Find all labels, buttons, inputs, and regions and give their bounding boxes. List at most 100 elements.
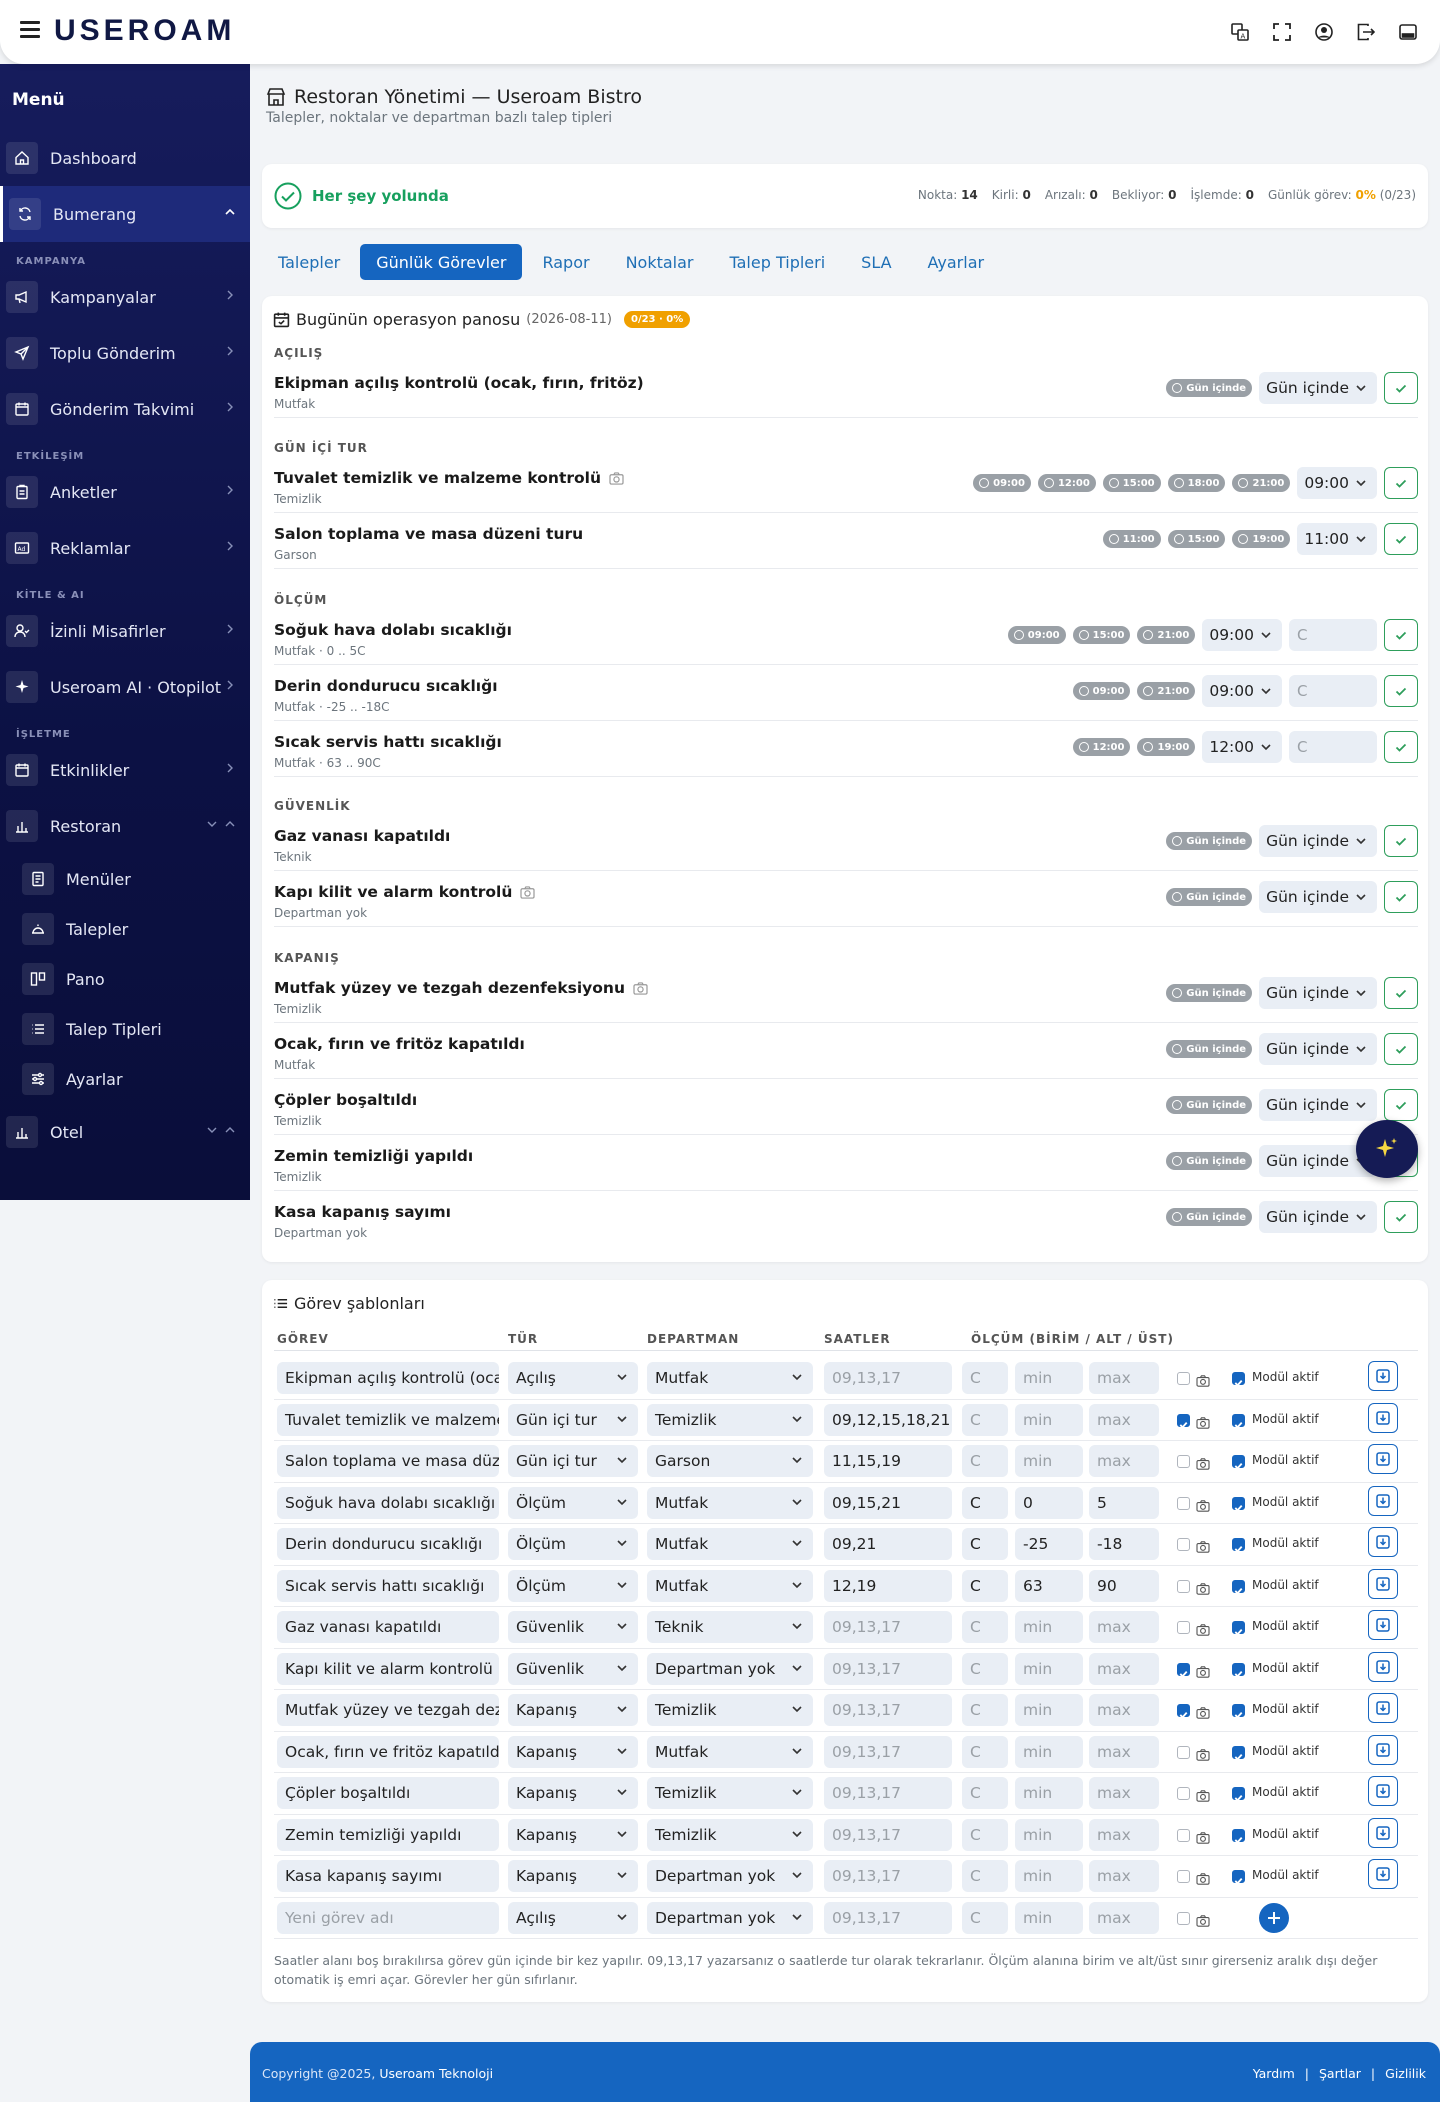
new-photo-checkbox[interactable] [1177, 1911, 1190, 1925]
module-active-checkbox[interactable] [1232, 1870, 1245, 1885]
save-button[interactable] [1368, 1402, 1398, 1433]
photo-required-checkbox[interactable] [1177, 1745, 1190, 1759]
type-select[interactable]: Kapanış [508, 1694, 638, 1726]
unit-input[interactable]: C [962, 1362, 1008, 1394]
department-select[interactable]: Mutfak [647, 1735, 813, 1768]
unit-input[interactable]: C [962, 1818, 1008, 1851]
sidebar-item-bumerang[interactable]: Bumerang [0, 186, 250, 242]
department-select[interactable]: Departman yok [647, 1652, 813, 1685]
measurement-input[interactable]: C [1289, 619, 1377, 651]
hours-input[interactable]: 09,13,17 [824, 1694, 952, 1726]
department-select[interactable]: Mutfak [647, 1362, 813, 1394]
complete-button[interactable] [1384, 619, 1418, 651]
task-name-input[interactable]: Zemin temizliği yapıldı [277, 1818, 499, 1851]
task-name-input[interactable]: Ekipman açılış kontrolü (ocak, [277, 1362, 499, 1394]
complete-button[interactable] [1384, 467, 1418, 499]
new-unit-input[interactable]: C [962, 1901, 1008, 1934]
complete-button[interactable] [1384, 977, 1418, 1009]
complete-button[interactable] [1384, 1033, 1418, 1065]
sidebar-subitem-talepler[interactable]: Talepler [0, 904, 250, 954]
time-select[interactable]: 09:00 [1297, 467, 1377, 499]
photo-required-checkbox[interactable] [1177, 1787, 1190, 1800]
module-active-checkbox[interactable] [1232, 1828, 1245, 1844]
min-input[interactable]: min [1015, 1445, 1083, 1477]
task-name-input[interactable]: Mutfak yüzey ve tezgah dez [277, 1694, 499, 1726]
max-input[interactable]: max [1089, 1652, 1159, 1685]
min-input[interactable]: 0 [1015, 1486, 1083, 1519]
sidebar-item-reklamlar[interactable]: Ad Reklamlar [0, 520, 250, 576]
task-name-input[interactable]: Çöpler boşaltıldı [277, 1777, 499, 1809]
min-input[interactable]: 63 [1015, 1569, 1083, 1602]
min-input[interactable]: min [1015, 1860, 1083, 1892]
type-select[interactable]: Kapanış [508, 1818, 638, 1851]
module-active-checkbox[interactable] [1232, 1413, 1245, 1429]
save-button[interactable] [1368, 1776, 1398, 1806]
sidebar-item-anketler[interactable]: Anketler [0, 464, 250, 520]
tab-ayarlar[interactable]: Ayarlar [912, 244, 1001, 280]
sidebar-item-useroam-ai[interactable]: Useroam AI · Otopilot [0, 659, 250, 715]
sidebar-item-etkinlikler[interactable]: Etkinlikler [0, 742, 250, 798]
type-select[interactable]: Güvenlik [508, 1611, 638, 1643]
complete-button[interactable] [1384, 731, 1418, 763]
footer-link-yardim[interactable]: Yardım [1253, 2066, 1295, 2081]
sidebar-item-restoran[interactable]: Restoran [0, 798, 250, 854]
time-select[interactable]: Gün içinde [1259, 977, 1377, 1009]
min-input[interactable]: min [1015, 1611, 1083, 1643]
task-name-input[interactable]: Kapı kilit ve alarm kontrolü [277, 1652, 499, 1685]
complete-button[interactable] [1384, 825, 1418, 857]
department-select[interactable]: Mutfak [647, 1569, 813, 1602]
max-input[interactable]: max [1089, 1735, 1159, 1768]
menu-toggle-icon[interactable] [20, 21, 40, 38]
save-button[interactable] [1368, 1527, 1398, 1557]
footer-link-gizlilik[interactable]: Gizlilik [1385, 2066, 1426, 2081]
module-active-checkbox[interactable] [1232, 1621, 1245, 1636]
department-select[interactable]: Mutfak [647, 1528, 813, 1560]
unit-input[interactable]: C [962, 1652, 1008, 1685]
task-name-input[interactable]: Derin dondurucu sıcaklığı [277, 1528, 499, 1560]
save-button[interactable] [1368, 1444, 1398, 1474]
save-button[interactable] [1368, 1734, 1398, 1765]
max-input[interactable]: max [1089, 1818, 1159, 1851]
new-max-input[interactable]: max [1089, 1901, 1159, 1934]
sidebar-subitem-menuler[interactable]: Menüler [0, 854, 250, 904]
module-active-checkbox[interactable] [1232, 1372, 1245, 1387]
tab-gunluk-gorevler[interactable]: Günlük Görevler [360, 244, 523, 280]
save-button[interactable] [1368, 1485, 1398, 1516]
max-input[interactable]: max [1089, 1777, 1159, 1809]
save-button[interactable] [1368, 1610, 1398, 1640]
department-select[interactable]: Temizlik [647, 1777, 813, 1809]
task-name-input[interactable]: Ocak, fırın ve fritöz kapatıld [277, 1735, 499, 1768]
save-button[interactable] [1368, 1361, 1398, 1391]
task-name-input[interactable]: Gaz vanası kapatıldı [277, 1611, 499, 1643]
department-select[interactable]: Mutfak [647, 1486, 813, 1519]
save-button[interactable] [1368, 1859, 1398, 1889]
complete-button[interactable] [1384, 675, 1418, 707]
complete-button[interactable] [1384, 372, 1418, 404]
time-select[interactable]: 09:00 [1202, 619, 1282, 651]
unit-input[interactable]: C [962, 1528, 1008, 1560]
module-active-checkbox[interactable] [1232, 1662, 1245, 1678]
complete-button[interactable] [1384, 523, 1418, 555]
module-active-checkbox[interactable] [1232, 1787, 1245, 1802]
task-name-input[interactable]: Tuvalet temizlik ve malzeme [277, 1403, 499, 1436]
min-input[interactable]: min [1015, 1777, 1083, 1809]
type-select[interactable]: Ölçüm [508, 1569, 638, 1602]
max-input[interactable]: max [1089, 1445, 1159, 1477]
sidebar-item-kampanyalar[interactable]: Kampanyalar [0, 269, 250, 325]
department-select[interactable]: Temizlik [647, 1818, 813, 1851]
sidebar-subitem-ayarlar[interactable]: Ayarlar [0, 1054, 250, 1104]
unit-input[interactable]: C [962, 1860, 1008, 1892]
min-input[interactable]: min [1015, 1818, 1083, 1851]
department-select[interactable]: Temizlik [647, 1694, 813, 1726]
fullscreen-icon[interactable] [1270, 20, 1294, 44]
type-select[interactable]: Ölçüm [508, 1528, 638, 1560]
hours-input[interactable]: 09,12,15,18,21 [824, 1403, 952, 1436]
min-input[interactable]: min [1015, 1694, 1083, 1726]
unit-input[interactable]: C [962, 1403, 1008, 1436]
module-active-checkbox[interactable] [1232, 1579, 1245, 1595]
tab-rapor[interactable]: Rapor [526, 244, 605, 280]
type-select[interactable]: Gün içi tur [508, 1445, 638, 1477]
photo-required-checkbox[interactable] [1177, 1455, 1190, 1468]
module-active-checkbox[interactable] [1232, 1704, 1245, 1719]
logout-icon[interactable] [1354, 20, 1378, 44]
